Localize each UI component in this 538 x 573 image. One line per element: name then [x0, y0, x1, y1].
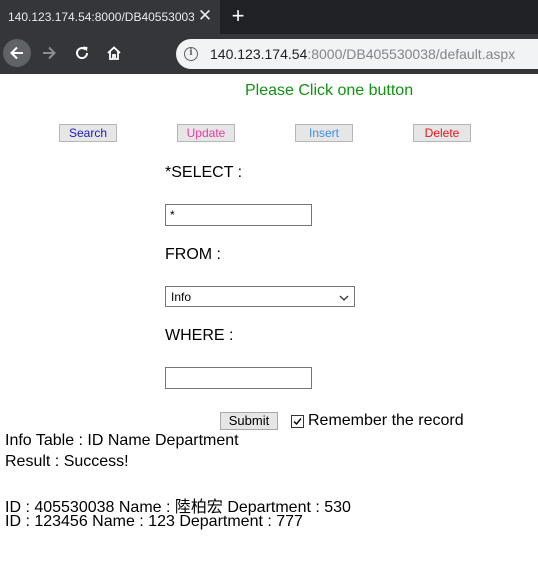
browser-tab[interactable]: 140.123.174.54:8000/DB405530038/default.… — [0, 0, 220, 34]
home-icon[interactable] — [100, 39, 128, 67]
submit-button[interactable]: Submit — [220, 412, 278, 430]
delete-button[interactable]: Delete — [413, 124, 471, 142]
select-field[interactable] — [165, 204, 312, 226]
chevron-down-icon — [338, 291, 350, 303]
remember-record[interactable]: Remember the record — [291, 412, 464, 430]
info-icon[interactable]: i — [184, 47, 198, 61]
from-label: FROM : — [165, 246, 221, 263]
result-status: Result : Success! — [5, 453, 129, 470]
search-button[interactable]: Search — [59, 124, 117, 142]
update-button[interactable]: Update — [177, 124, 235, 142]
record-row: ID : 123456 Name : 123 Department : 777 — [5, 513, 303, 530]
insert-button[interactable]: Insert — [295, 124, 353, 142]
remember-checkbox[interactable] — [291, 414, 304, 428]
address-bar[interactable]: i 140.123.174.54:8000/DB405530038/defaul… — [176, 39, 538, 69]
forward-arrow-icon[interactable] — [35, 39, 63, 67]
browser-toolbar: i 140.123.174.54:8000/DB405530038/defaul… — [0, 34, 538, 74]
back-arrow-icon[interactable] — [3, 39, 31, 67]
page-heading: Please Click one button — [245, 82, 414, 99]
url-path: :8000/DB405530038/default.aspx — [307, 46, 516, 62]
browser-tab-bar: 140.123.174.54:8000/DB405530038/default.… — [0, 0, 538, 34]
tab-title: 140.123.174.54:8000/DB405530038/default.… — [8, 10, 194, 24]
where-field[interactable] — [165, 367, 312, 389]
table-header-line: Info Table : ID Name Department — [5, 432, 239, 449]
remember-label: Remember the record — [308, 412, 464, 429]
where-label: WHERE : — [165, 327, 234, 344]
select-label: *SELECT : — [165, 164, 243, 181]
reload-icon[interactable] — [68, 39, 96, 67]
from-dropdown[interactable]: Info — [165, 286, 355, 307]
url-text: 140.123.174.54:8000/DB405530038/default.… — [210, 46, 515, 62]
url-host: 140.123.174.54 — [210, 46, 308, 62]
close-icon[interactable]: ✕ — [196, 7, 214, 25]
from-selected-value: Info — [171, 290, 192, 304]
page-content: Please Click one button Search Update In… — [0, 74, 538, 573]
new-tab-icon[interactable]: + — [228, 4, 248, 28]
